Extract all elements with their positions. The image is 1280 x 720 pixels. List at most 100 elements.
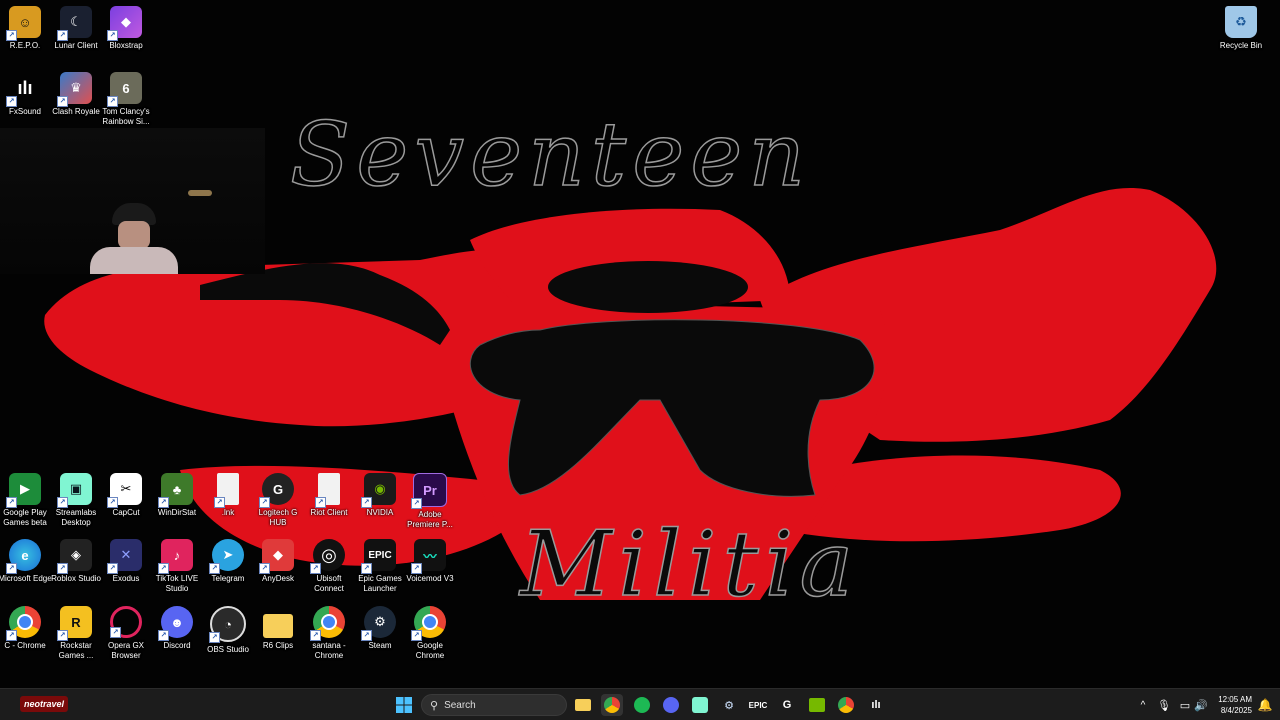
taskbar-search[interactable]: ⚲ Search: [421, 694, 567, 716]
file-icon: ↗: [315, 473, 340, 508]
desktop-icon-anydesk[interactable]: ◆ ↗ AnyDesk: [253, 539, 303, 584]
search-icon: ⚲: [430, 699, 439, 712]
windows-icon: [396, 697, 412, 713]
roblox-studio-icon: ◈ ↗: [57, 539, 92, 574]
tiktok-icon: ♪ ↗: [158, 539, 193, 574]
recycle-bin-icon: ♻: [1225, 6, 1257, 38]
desktop-icon-windirstat[interactable]: ♣ ↗ WinDirStat: [152, 473, 202, 518]
desktop-icon-lnk[interactable]: ↗ .lnk: [203, 473, 253, 518]
desktop-icon-epic-games[interactable]: EPIC ↗ Epic Games Launcher: [355, 539, 405, 594]
webcam-overlay: [0, 128, 265, 274]
desktop-icon-label: Recycle Bin: [1219, 41, 1263, 50]
person-shirt: [90, 247, 178, 274]
taskbar-epic-games[interactable]: EPIC: [747, 694, 769, 716]
tray-overflow[interactable]: ^: [1132, 694, 1154, 716]
desktop-icon-santana-chrome[interactable]: ↗ santana - Chrome: [304, 606, 354, 661]
desktop-icon-google-play-games[interactable]: ▶ ↗ Google Play Games beta: [0, 473, 50, 528]
tray-microphone[interactable]: 🎙: [1153, 694, 1175, 716]
desktop-icon-label: AnyDesk: [261, 574, 294, 583]
streamlabs-icon: ▣ ↗: [57, 473, 92, 508]
widget-label: neotravel: [24, 699, 65, 709]
desktop-icon-label: Bloxstrap: [109, 41, 143, 50]
desktop-icon-voicemod[interactable]: 〰 ↗ Voicemod V3: [405, 539, 455, 584]
taskbar-steam[interactable]: ⚙: [718, 694, 740, 716]
desktop-icon-r6-clips[interactable]: R6 Clips: [253, 606, 303, 651]
desktop-icon-rainbow-six[interactable]: 6 ↗ Tom Clancy's Rainbow Si...: [101, 72, 151, 127]
network-icon: ▭: [1179, 699, 1191, 712]
desktop-icon-discord[interactable]: ☻ ↗ Discord: [152, 606, 202, 651]
desktop-icon-label: TikTok LIVE Studio: [155, 574, 199, 593]
desktop-icon-bloxstrap[interactable]: ◆ ↗ Bloxstrap: [101, 6, 151, 51]
taskbar-fxsound[interactable]: ılı: [865, 694, 887, 716]
start-button[interactable]: [393, 694, 415, 716]
desktop-icon-telegram[interactable]: ➤ ↗ Telegram: [203, 539, 253, 584]
wallpaper-top-script: Seventeen: [290, 103, 811, 206]
desktop-icon-capcut[interactable]: ✂ ↗ CapCut: [101, 473, 151, 518]
desktop-icon-obs[interactable]: ◔ ↗ OBS Studio: [203, 606, 253, 655]
tray-notifications[interactable]: 🔔: [1254, 694, 1276, 716]
chevron-up-icon: ^: [1140, 699, 1146, 711]
desktop-icon-label: Logitech G HUB: [258, 508, 298, 527]
taskbar-widget[interactable]: neotravel: [20, 696, 69, 712]
desktop-icon-rockstar[interactable]: R ↗ Rockstar Games ...: [51, 606, 101, 661]
desktop-icon-label: Epic Games Launcher: [358, 574, 402, 593]
taskbar-nvidia[interactable]: [806, 694, 828, 716]
desktop-icon-label: Exodus: [112, 574, 140, 583]
desktop-icon-nvidia[interactable]: ◉ ↗ NVIDIA: [355, 473, 405, 518]
bell-icon: 🔔: [1257, 698, 1273, 712]
speaker-icon: 🔊: [1194, 699, 1208, 712]
repo-icon: ☺ ↗: [6, 6, 41, 41]
desktop-icon-label: Roblox Studio: [51, 574, 101, 583]
taskbar-chrome[interactable]: [601, 694, 623, 716]
steam-icon: ⚙: [724, 699, 734, 712]
desktop-icon-recycle-bin[interactable]: ♻ Recycle Bin: [1216, 6, 1266, 51]
desktop-icon-label: Lunar Client: [54, 41, 98, 50]
desktop-icon-steam[interactable]: ⚙ ↗ Steam: [355, 606, 405, 651]
desktop-icon-label: Steam: [368, 641, 392, 650]
taskbar-discord[interactable]: [660, 694, 682, 716]
desktop-icon-c-chrome[interactable]: ↗ C - Chrome: [0, 606, 50, 651]
desktop-icon-roblox-studio[interactable]: ◈ ↗ Roblox Studio: [51, 539, 101, 584]
desktop-icon-google-chrome[interactable]: ↗ Google Chrome: [405, 606, 455, 661]
desktop-icon-clash-royale[interactable]: ♛ ↗ Clash Royale: [51, 72, 101, 117]
folder-icon: [575, 699, 591, 711]
desktop-icon-repo[interactable]: ☺ ↗ R.E.P.O.: [0, 6, 50, 51]
tray-clock[interactable]: 12:05 AM 8/4/2025: [1218, 694, 1252, 716]
taskbar-logitech[interactable]: G: [776, 694, 798, 716]
desktop-icon-opera-gx[interactable]: ↗ Opera GX Browser: [101, 606, 151, 661]
taskbar-spotify[interactable]: [631, 694, 653, 716]
desktop-icon-label: WinDirStat: [157, 508, 197, 517]
steam-icon: ⚙ ↗: [361, 606, 396, 641]
desktop-icon-fxsound[interactable]: ılı ↗ FxSound: [0, 72, 50, 117]
desktop-icon-premiere[interactable]: Pr ↗ Adobe Premiere P...: [405, 473, 455, 530]
rockstar-icon: R ↗: [57, 606, 92, 641]
tray-volume[interactable]: 🔊: [1190, 694, 1212, 716]
desktop-icon-label: Clash Royale: [52, 107, 100, 116]
desktop-icon-label: Tom Clancy's Rainbow Si...: [102, 107, 150, 126]
spotify-icon: [634, 697, 650, 713]
desktop-icon-label: CapCut: [112, 508, 140, 517]
capcut-icon: ✂ ↗: [107, 473, 142, 508]
obs-icon: ◔ ↗: [209, 606, 246, 643]
chrome-icon: ↗: [310, 606, 345, 641]
taskbar-file-explorer[interactable]: [572, 694, 594, 716]
desktop-icon-streamlabs[interactable]: ▣ ↗ Streamlabs Desktop: [51, 473, 101, 528]
desktop-icon-ubisoft[interactable]: ◎ ↗ Ubisoft Connect: [304, 539, 354, 594]
taskbar-streamlabs[interactable]: [689, 694, 711, 716]
desktop-icon-label: Google Chrome: [415, 641, 445, 660]
desktop-icon-tiktok-live[interactable]: ♪ ↗ TikTok LIVE Studio: [152, 539, 202, 594]
fxsound-icon: ılı ↗: [6, 72, 41, 107]
desktop-icon-riot-client[interactable]: ↗ Riot Client: [304, 473, 354, 518]
desktop-icon-logitech[interactable]: G ↗ Logitech G HUB: [253, 473, 303, 528]
desktop-icon-edge[interactable]: e ↗ Microsoft Edge: [0, 539, 52, 584]
desktop-icon-lunar-client[interactable]: ☾ ↗ Lunar Client: [51, 6, 101, 51]
desktop-icon-label: Rockstar Games ...: [58, 641, 94, 660]
discord-icon: ☻ ↗: [158, 606, 193, 641]
nvidia-icon: ◉ ↗: [361, 473, 396, 508]
desktop-icon-label: santana - Chrome: [312, 641, 346, 660]
desktop-icon-exodus[interactable]: ✕ ↗ Exodus: [101, 539, 151, 584]
desktop-icon-label: Google Play Games beta: [3, 508, 47, 527]
desktop-icon-label: Microsoft Edge: [0, 574, 52, 583]
chrome-icon: ↗: [411, 606, 446, 641]
taskbar-chrome-2[interactable]: [835, 694, 857, 716]
